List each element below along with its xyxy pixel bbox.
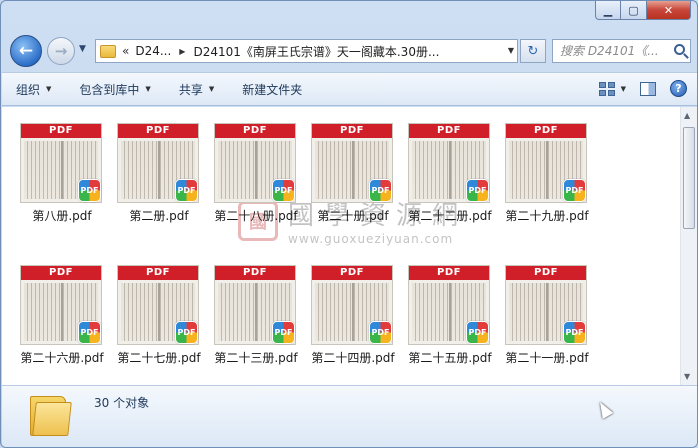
pdf-banner: PDF (21, 124, 101, 138)
file-item[interactable]: PDF PDF 第二十三册.pdf (198, 249, 298, 365)
pdf-banner: PDF (312, 266, 392, 280)
pdf-banner: PDF (409, 124, 489, 138)
refresh-button[interactable]: ↻ (520, 39, 546, 63)
details-pane: 30 个对象 (2, 385, 697, 447)
pdf-app-icon: PDF (563, 179, 586, 202)
search-box[interactable] (552, 39, 691, 63)
change-view-icon[interactable] (598, 81, 615, 96)
include-in-library-menu[interactable]: 包含到库中 ▼ (65, 81, 164, 98)
file-item[interactable]: PDF PDF 第二十七册.pdf (101, 249, 201, 365)
explorer-window: ▁ ▢ ✕ ← → ▼ « D24... ▶ D24101《南屏王氏宗谱》天一阁… (0, 0, 698, 448)
new-folder-label: 新建文件夹 (242, 82, 303, 97)
breadcrumb-overflow[interactable]: « (122, 44, 129, 58)
organize-menu[interactable]: 组织 ▼ (2, 81, 65, 98)
chevron-down-icon[interactable]: ▼ (508, 46, 514, 55)
chevron-right-icon[interactable]: ▶ (179, 47, 185, 56)
search-icon[interactable] (674, 44, 685, 55)
address-bar[interactable]: « D24... ▶ D24101《南屏王氏宗谱》天一阁藏本.30册... ▼ (95, 39, 518, 63)
pdf-banner: PDF (118, 266, 198, 280)
breadcrumb-item[interactable]: D24... (135, 44, 171, 58)
share-menu[interactable]: 共享 ▼ (165, 81, 228, 98)
arrow-right-icon: → (54, 42, 68, 60)
view-controls: ▼ ? (598, 80, 687, 97)
chevron-down-icon: ▼ (46, 85, 52, 93)
file-name: 第二十一册.pdf (505, 351, 589, 365)
pdf-banner: PDF (215, 266, 295, 280)
preview-pane-icon[interactable] (640, 81, 656, 96)
file-item[interactable]: PDF PDF 第二十九册.pdf (489, 107, 589, 223)
pdf-banner: PDF (506, 124, 586, 138)
file-name: 第二十九册.pdf (505, 209, 589, 223)
pdf-banner: PDF (21, 266, 101, 280)
share-label: 共享 (178, 82, 203, 97)
pdf-app-icon: PDF (272, 179, 295, 202)
new-folder-button[interactable]: 新建文件夹 (228, 81, 316, 98)
pdf-banner: PDF (506, 266, 586, 280)
file-item[interactable]: PDF PDF 第二十四册.pdf (295, 249, 395, 365)
organize-label: 组织 (16, 82, 41, 97)
file-list: 國 國學資源網 www.guoxueziyuan.com PDF PDF 第八册.p… (2, 107, 697, 385)
search-input[interactable] (560, 44, 670, 58)
help-icon[interactable]: ? (670, 80, 687, 97)
file-item[interactable]: PDF PDF 第二册.pdf (101, 107, 199, 223)
command-bar: 组织 ▼ 包含到库中 ▼ 共享 ▼ 新建文件夹 ▼ ? (2, 72, 697, 106)
pdf-banner: PDF (312, 124, 392, 138)
vertical-scrollbar[interactable]: ▲ ▼ (680, 107, 697, 385)
back-button[interactable]: ← (10, 35, 42, 67)
pdf-app-icon: PDF (369, 321, 392, 344)
pdf-app-icon: PDF (175, 321, 198, 344)
file-item[interactable]: PDF PDF 第二十二册.pdf (392, 107, 492, 223)
minimize-button[interactable]: ▁ (595, 1, 621, 20)
file-item[interactable]: PDF PDF 第二十五册.pdf (392, 249, 492, 365)
scrollbar-thumb[interactable] (683, 127, 695, 229)
close-button[interactable]: ✕ (647, 1, 691, 20)
pdf-app-icon: PDF (175, 179, 198, 202)
refresh-icon: ↻ (527, 43, 539, 59)
chevron-down-icon: ▼ (208, 85, 215, 93)
pdf-app-icon: PDF (78, 321, 101, 344)
breadcrumb-item-current[interactable]: D24101《南屏王氏宗谱》天一阁藏本.30册... (193, 43, 439, 60)
folder-icon (100, 44, 116, 58)
forward-button[interactable]: → (47, 37, 75, 65)
maximize-button[interactable]: ▢ (621, 1, 647, 20)
item-count: 30 个对象 (94, 396, 150, 410)
pdf-app-icon: PDF (466, 321, 489, 344)
chevron-down-icon[interactable]: ▼ (621, 85, 626, 93)
chevron-down-icon: ▼ (145, 85, 151, 93)
arrow-left-icon: ← (18, 41, 34, 61)
folder-icon (30, 392, 74, 436)
file-item[interactable]: PDF PDF 第二十八册.pdf (198, 107, 298, 223)
file-item[interactable]: PDF PDF 第二十一册.pdf (489, 249, 589, 365)
pdf-app-icon: PDF (78, 179, 101, 202)
recent-pages-dropdown[interactable]: ▼ (79, 44, 86, 54)
pdf-app-icon: PDF (272, 321, 295, 344)
watermark-url: www.guoxueziyuan.com (288, 232, 454, 246)
caption-buttons: ▁ ▢ ✕ (595, 1, 691, 20)
include-in-library-label: 包含到库中 (79, 82, 140, 97)
file-item[interactable]: PDF PDF 第八册.pdf (4, 107, 102, 223)
scroll-up-icon[interactable]: ▲ (684, 111, 690, 120)
pdf-app-icon: PDF (563, 321, 586, 344)
pdf-banner: PDF (409, 266, 489, 280)
pdf-app-icon: PDF (466, 179, 489, 202)
file-item[interactable]: PDF PDF 第二十六册.pdf (4, 249, 104, 365)
pdf-banner: PDF (215, 124, 295, 138)
pdf-app-icon: PDF (369, 179, 392, 202)
scroll-down-icon[interactable]: ▼ (684, 372, 690, 381)
pdf-banner: PDF (118, 124, 198, 138)
file-item[interactable]: PDF PDF 第二十册.pdf (295, 107, 393, 223)
